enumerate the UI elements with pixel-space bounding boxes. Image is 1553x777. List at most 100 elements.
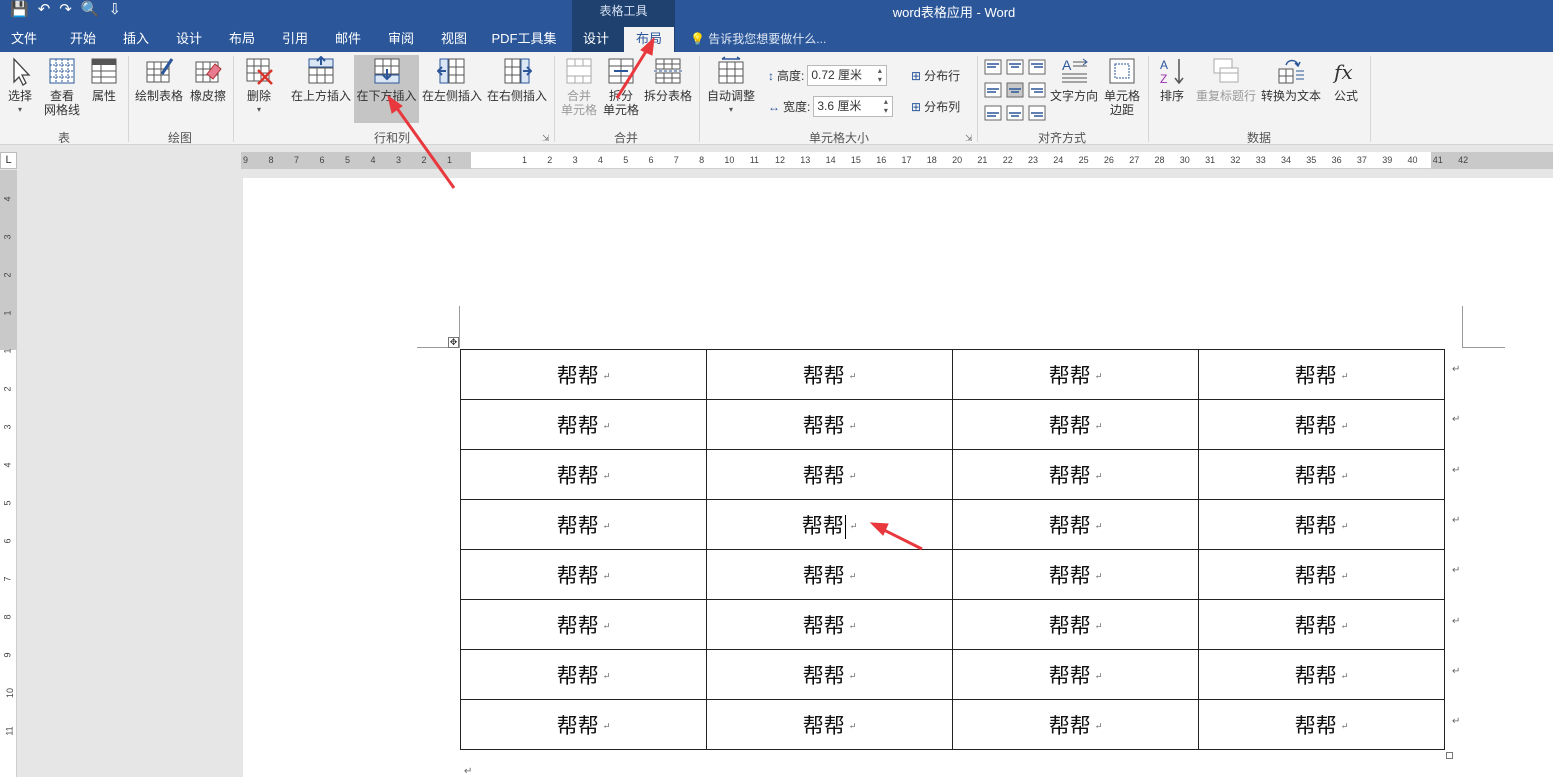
tab-table-design[interactable]: 设计 [574, 27, 618, 52]
table-cell[interactable]: 帮帮 ↵ [460, 699, 707, 750]
horizontal-ruler[interactable]: 987654321 1 2 3 4 5 6 7 8 10 11 12 13 14 15 16 17 18 20 21… [241, 152, 1553, 169]
column-width-input[interactable]: 3.6 厘米 [813, 96, 894, 117]
table-cell[interactable]: 帮帮 ↵ [706, 549, 953, 600]
tab-design[interactable]: 设计 [166, 27, 212, 52]
table-cell[interactable]: 帮帮 ↵ [706, 699, 953, 750]
tab-layout[interactable]: 布局 [219, 27, 265, 52]
tab-pdf-tools[interactable]: PDF工具集 [486, 27, 562, 52]
cell-end-mark: ↵ [1340, 422, 1349, 432]
table-cell[interactable]: 帮帮 ↵ [460, 499, 707, 550]
cell-end-mark: ↵ [848, 672, 857, 682]
table-cell[interactable]: 帮帮 ↵ [706, 399, 953, 450]
ruler-number: 2 [421, 155, 427, 165]
tab-mailings[interactable]: 邮件 [325, 27, 371, 52]
cell-text: 帮帮 [1294, 563, 1337, 588]
insert-left-button[interactable]: 在左侧插入 [421, 56, 483, 103]
insert-right-button[interactable]: 在右侧插入 [486, 56, 548, 103]
convert-to-text-button[interactable]: 转换为文本 [1260, 56, 1322, 103]
insert-above-button[interactable]: 在上方插入 [289, 56, 353, 103]
table-cell[interactable]: 帮帮 ↵ [706, 599, 953, 650]
alignment-grid-icon[interactable] [984, 59, 1046, 121]
cell-margins-button[interactable]: 单元格 边距 [1101, 56, 1143, 117]
table-cell[interactable]: 帮帮 ↵ [952, 649, 1199, 700]
tab-home[interactable]: 开始 [60, 27, 106, 52]
split-cells-button[interactable]: 拆分 单元格 [601, 56, 641, 117]
ruler-number: 11 [4, 726, 15, 736]
tab-selector[interactable]: L [0, 152, 17, 169]
autofit-button[interactable]: 自动调整 ▾ [704, 56, 758, 117]
table-cell[interactable]: 帮帮 ↵ [952, 449, 1199, 500]
repeat-header-rows-button[interactable]: 重复标题行 [1195, 56, 1257, 103]
ruler-number: 5 [623, 155, 629, 165]
table-cell[interactable]: 帮帮 ↵ [460, 349, 707, 400]
table-cell[interactable]: 帮帮 ↵ [952, 349, 1199, 400]
table-cell[interactable]: 帮帮 ↵ [1198, 499, 1445, 550]
table-resize-handle[interactable] [1446, 752, 1453, 759]
column-width-control: ↔ 宽度: 3.6 厘米 [768, 96, 894, 117]
table-cell[interactable]: 帮帮 ↵ [1198, 649, 1445, 700]
tab-table-layout[interactable]: 布局 [624, 27, 674, 52]
table-cell[interactable]: 帮帮 ↵ [952, 699, 1199, 750]
table-row: 帮帮 ↵ 帮帮 ↵ 帮帮 ↵ 帮帮 ↵ [460, 649, 1445, 700]
ruler-number: 21 [977, 155, 988, 165]
table-cell[interactable]: 帮帮 ↵ [460, 649, 707, 700]
eraser-button[interactable]: 橡皮擦 [189, 56, 227, 103]
table-cell[interactable]: 帮帮 ↵ [460, 549, 707, 600]
table-cell[interactable]: 帮帮 ↵ [460, 599, 707, 650]
table-cell[interactable]: 帮帮 ↵ [1198, 549, 1445, 600]
cell-text: 帮帮 [802, 413, 845, 438]
tab-insert[interactable]: 插入 [113, 27, 159, 52]
distribute-rows-button[interactable]: ⊞ 分布行 [911, 67, 960, 84]
view-gridlines-button[interactable]: 查看 网格线 [42, 56, 82, 117]
table-cell[interactable]: 帮帮 ↵ [460, 449, 707, 500]
cell-text: 帮帮 [556, 463, 599, 488]
table-cell[interactable]: 帮帮 ↵ [1198, 349, 1445, 400]
dialog-launcher-icon[interactable]: ⇲ [965, 133, 973, 144]
table-cell[interactable]: 帮帮 ↵ [706, 499, 953, 550]
vertical-ruler[interactable]: 4 3 2 1 1 2 3 4 5 6 7 8 9 10 11 [0, 170, 17, 777]
text-direction-button[interactable]: A 文字方向 [1050, 56, 1098, 103]
table-cell[interactable]: 帮帮 ↵ [460, 399, 707, 450]
cell-end-mark: ↵ [602, 422, 611, 432]
table-cell[interactable]: 帮帮 ↵ [952, 599, 1199, 650]
sort-button[interactable]: AZ 排序 [1155, 56, 1189, 103]
split-table-icon [654, 58, 682, 84]
tab-view[interactable]: 视图 [431, 27, 477, 52]
table-cell[interactable]: 帮帮 ↵ [1198, 399, 1445, 450]
properties-button[interactable]: 属性 [88, 56, 120, 103]
ruler-number: 11 [749, 155, 760, 165]
distribute-columns-button[interactable]: ⊞ 分布列 [911, 98, 960, 115]
word-table[interactable]: 帮帮 ↵ 帮帮 ↵ 帮帮 ↵ 帮帮 ↵ 帮帮 ↵ 帮帮 ↵ 帮帮 ↵ 帮帮 ↵ 帮帮 ↵ 帮帮 ↵ 帮帮 ↵ 帮帮 ↵ 帮帮 ↵ 帮… [460, 349, 1445, 750]
tab-review[interactable]: 审阅 [378, 27, 424, 52]
table-cell[interactable]: 帮帮 ↵ [706, 649, 953, 700]
table-move-handle[interactable]: ✥ [448, 337, 459, 348]
cell-text: 帮帮 [1294, 513, 1337, 538]
row-height-input[interactable]: 0.72 厘米 [807, 65, 888, 86]
ruler-number: 37 [1356, 155, 1367, 165]
delete-button[interactable]: 删除 ▾ [240, 56, 278, 117]
cell-end-mark: ↵ [602, 572, 611, 582]
table-cell[interactable]: 帮帮 ↵ [706, 449, 953, 500]
formula-button[interactable]: fx 公式 [1328, 56, 1364, 103]
table-cell[interactable]: 帮帮 ↵ [1198, 599, 1445, 650]
cell-text: 帮帮 [1294, 363, 1337, 388]
table-cell[interactable]: 帮帮 ↵ [706, 349, 953, 400]
select-button[interactable]: 选择 ▾ [4, 56, 36, 117]
draw-table-button[interactable]: 绘制表格 [134, 56, 184, 103]
table-cell[interactable]: 帮帮 ↵ [1198, 699, 1445, 750]
merge-cells-button[interactable]: 合并 单元格 [559, 56, 599, 117]
table-cell[interactable]: 帮帮 ↵ [952, 399, 1199, 450]
tell-me-search[interactable]: 💡 告诉我您想要做什么... [690, 27, 826, 52]
insert-below-button[interactable]: 在下方插入 [354, 55, 419, 123]
cell-end-mark: ↵ [849, 522, 858, 532]
tab-file[interactable]: 文件 [0, 27, 48, 52]
dialog-launcher-icon[interactable]: ⇲ [542, 133, 550, 144]
delete-label: 删除 [246, 89, 271, 103]
table-cell[interactable]: 帮帮 ↵ [1198, 449, 1445, 500]
table-cell[interactable]: 帮帮 ↵ [952, 499, 1199, 550]
table-cell[interactable]: 帮帮 ↵ [952, 549, 1199, 600]
split-table-button[interactable]: 拆分表格 [643, 56, 693, 103]
autofit-icon [718, 56, 744, 84]
tab-references[interactable]: 引用 [272, 27, 318, 52]
cell-end-mark: ↵ [848, 422, 857, 432]
